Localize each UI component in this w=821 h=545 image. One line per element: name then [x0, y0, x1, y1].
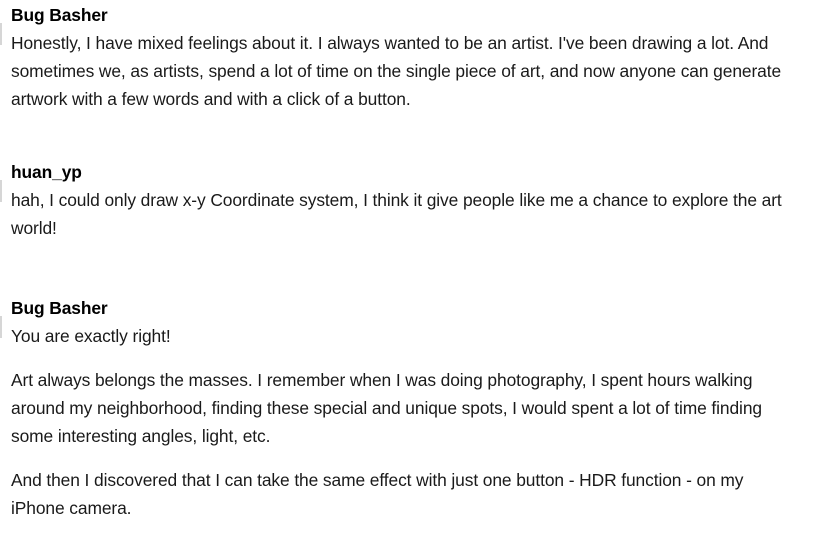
- comment-text: You are exactly right!: [11, 326, 171, 346]
- comment-text: Art always belongs the masses. I remembe…: [11, 370, 762, 446]
- comment-author[interactable]: huan_yp: [11, 158, 801, 186]
- comment-indent-bar: [0, 23, 2, 45]
- comment-thread: Bug Basher Honestly, I have mixed feelin…: [0, 0, 821, 545]
- comment-indent-bar: [0, 316, 2, 338]
- comment-indent-bar: [0, 180, 2, 202]
- comment: Bug Basher Honestly, I have mixed feelin…: [0, 1, 801, 113]
- comment-author[interactable]: Bug Basher: [11, 294, 801, 322]
- comment-text: And then I discovered that I can take th…: [11, 470, 744, 518]
- comment-text: hah, I could only draw x-y Coordinate sy…: [11, 190, 782, 238]
- comment-text: Honestly, I have mixed feelings about it…: [11, 33, 782, 109]
- comment: Bug Basher You are exactly right! Art al…: [0, 294, 801, 522]
- comment-author[interactable]: Bug Basher: [11, 1, 801, 29]
- comment: huan_yp hah, I could only draw x-y Coord…: [0, 158, 801, 242]
